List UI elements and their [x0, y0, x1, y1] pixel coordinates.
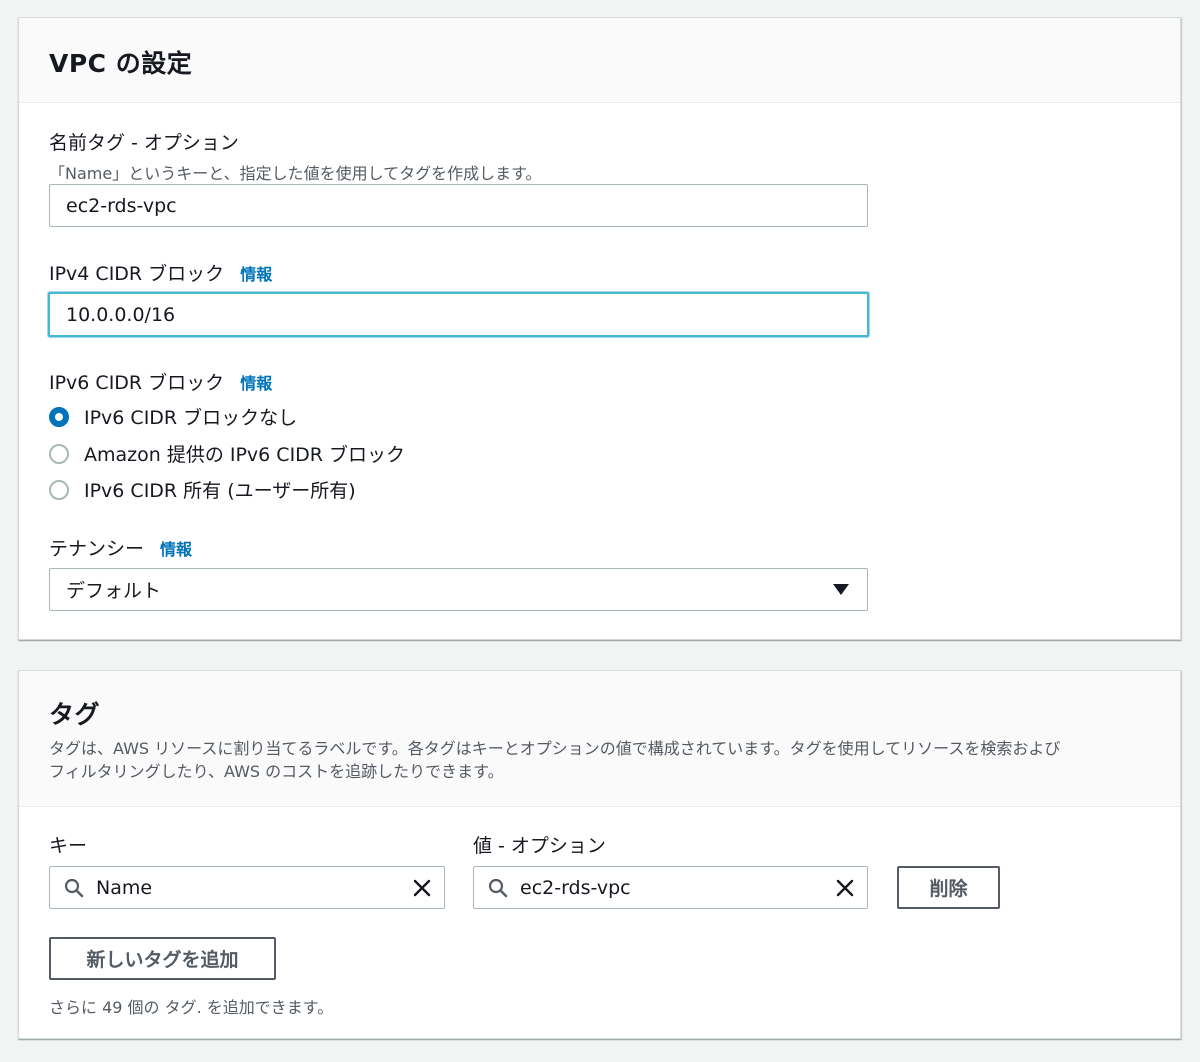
- remove-tag-button[interactable]: 削除: [897, 866, 1000, 909]
- close-icon[interactable]: [400, 878, 444, 898]
- tenancy-select[interactable]: デフォルト: [49, 568, 868, 611]
- panel-title: VPC の設定: [49, 49, 193, 78]
- ipv4-cidr-label: IPv4 CIDR ブロック 情報: [49, 259, 272, 286]
- panel-title: タグ: [49, 700, 101, 729]
- search-icon: [64, 878, 84, 897]
- ipv6-option-none[interactable]: IPv6 CIDR ブロックなし: [49, 403, 297, 430]
- tag-key-input[interactable]: Name: [49, 866, 445, 909]
- search-icon: [488, 878, 508, 897]
- ipv6-info-link[interactable]: 情報: [240, 370, 272, 394]
- vpc-settings-header: VPC の設定: [19, 18, 1180, 103]
- ipv6-cidr-label: IPv6 CIDR ブロック 情報: [49, 368, 272, 395]
- tags-panel: タグ タグは、AWS リソースに割り当てるラベルです。各タグはキーとオプションの…: [18, 670, 1181, 1039]
- ipv4-cidr-input[interactable]: 10.0.0.0/16: [48, 292, 869, 337]
- name-tag-input[interactable]: ec2-rds-vpc: [49, 184, 868, 227]
- tag-value-label: 値 - オプション: [473, 835, 606, 857]
- close-icon[interactable]: [823, 878, 867, 898]
- tags-header: タグ タグは、AWS リソースに割り当てるラベルです。各タグはキーとオプションの…: [19, 671, 1180, 807]
- add-tag-button[interactable]: 新しいタグを追加: [49, 937, 276, 980]
- ipv4-info-link[interactable]: 情報: [240, 261, 272, 285]
- ipv6-option-amazon[interactable]: Amazon 提供の IPv6 CIDR ブロック: [49, 440, 405, 467]
- tags-description: タグは、AWS リソースに割り当てるラベルです。各タグはキーとオプションの値で構…: [49, 739, 1061, 781]
- tag-value-input[interactable]: ec2-rds-vpc: [473, 866, 868, 909]
- name-tag-label: 名前タグ - オプション: [49, 132, 239, 154]
- tenancy-info-link[interactable]: 情報: [160, 536, 192, 560]
- name-tag-field: 名前タグ - オプション 「Name」というキーと、指定した値を使用してタグを作…: [49, 128, 541, 184]
- radio-selected-icon[interactable]: [49, 406, 69, 427]
- remaining-tags-hint: さらに 49 個の タグ. を追加できます。: [49, 998, 334, 1017]
- vpc-settings-panel: VPC の設定 名前タグ - オプション 「Name」というキーと、指定した値を…: [18, 17, 1181, 640]
- radio-unselected-icon[interactable]: [49, 443, 69, 464]
- tenancy-label: テナンシー 情報: [49, 534, 192, 561]
- name-tag-hint: 「Name」というキーと、指定した値を使用してタグを作成します。: [49, 164, 542, 183]
- radio-unselected-icon[interactable]: [49, 479, 69, 500]
- tag-key-label: キー: [49, 835, 88, 857]
- ipv6-option-owned[interactable]: IPv6 CIDR 所有 (ユーザー所有): [49, 476, 356, 503]
- caret-down-icon: [833, 584, 849, 595]
